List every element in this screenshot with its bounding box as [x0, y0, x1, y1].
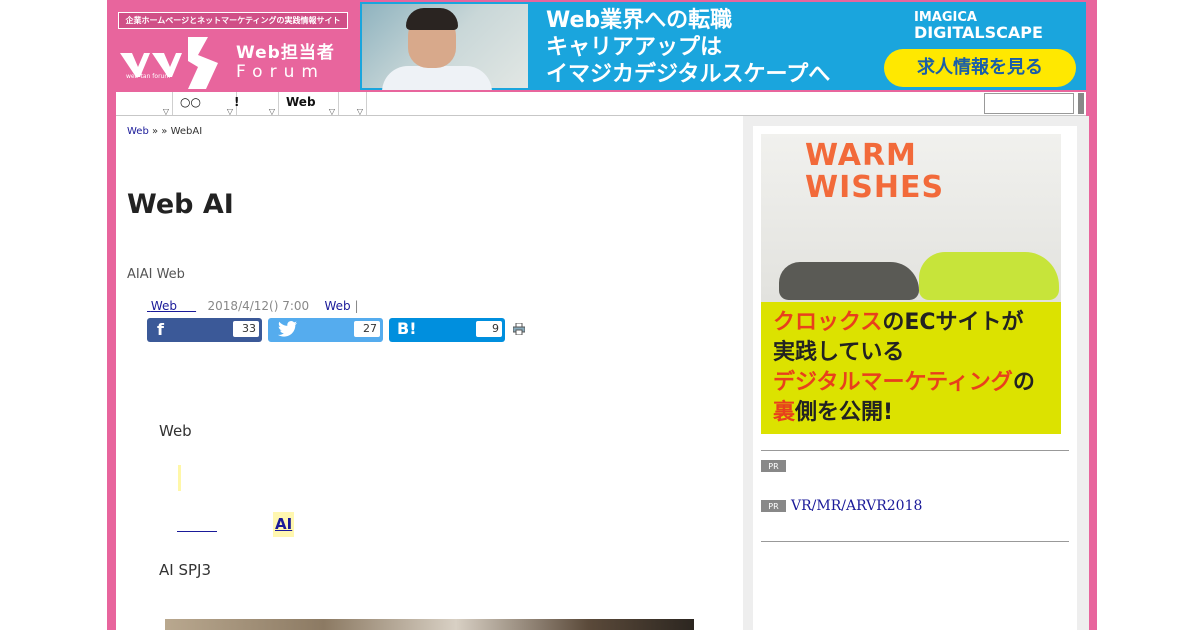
ad-photo: WARM WISHES: [761, 134, 1061, 302]
article-photo: [165, 619, 694, 630]
header-banner-ad[interactable]: Web業界への転職 キャリアアップは イマジカデジタルスケープへ IMAGICA…: [360, 2, 1086, 90]
nav-item-label: !: [234, 95, 240, 109]
global-nav: ▽ ○○ ▽ ! ▽ Web ▽ ▽: [116, 92, 1086, 116]
search-input[interactable]: [984, 93, 1074, 114]
facebook-share-button[interactable]: f 33: [147, 318, 262, 342]
print-icon[interactable]: [512, 322, 526, 338]
banner-cta-button[interactable]: 求人情報を見る: [884, 49, 1076, 87]
article-meta: Web 2018/4/12() 7:00 Web |: [147, 299, 359, 313]
banner-brand-bottom: DIGITALSCAPE: [914, 23, 1043, 42]
sidebar-ad[interactable]: WARM WISHES クロックスのECサイトが 実践している デジタルマーケティ…: [761, 134, 1061, 434]
chevron-down-icon: ▽: [328, 107, 335, 116]
twitter-share-button[interactable]: 27: [268, 318, 383, 342]
nav-item-5[interactable]: ▽: [338, 92, 367, 116]
facebook-icon: f: [157, 320, 164, 339]
sidebar-divider: [761, 450, 1069, 451]
breadcrumb-home-link[interactable]: Web: [127, 126, 149, 137]
chevron-down-icon: ▽: [356, 107, 363, 116]
pr-badge: PR: [761, 500, 786, 512]
site-tagline: 企業ホームページとネットマーケティングの実践情報サイト: [118, 12, 348, 29]
logo-subtext: web-tan forum: [126, 73, 171, 80]
logo-mark-icon: [120, 37, 218, 89]
ad-copy-line-4: 裏側を公開!: [773, 400, 894, 425]
twitter-share-count: 27: [354, 321, 380, 337]
nav-item-1[interactable]: ▽: [116, 92, 173, 116]
highlight-marker: [178, 465, 181, 491]
ad-copy-line-3: デジタルマーケティングの: [773, 370, 1035, 395]
article-title: Web AI: [127, 189, 234, 220]
chevron-down-icon: ▽: [162, 107, 169, 116]
chevron-down-icon: ▽: [268, 107, 275, 116]
breadcrumb-separator: »: [148, 126, 159, 137]
hatena-bookmark-icon: B!: [397, 319, 417, 338]
pr-badge: PR: [761, 460, 786, 472]
breadcrumb-current: » WebAI: [158, 126, 203, 137]
ad-copy-line-1: クロックスのECサイトが: [773, 310, 1024, 335]
nav-item-label: ○○: [180, 95, 201, 109]
twitter-bird-icon: [278, 320, 298, 342]
logo-title: Web担当者: [236, 43, 335, 63]
facebook-share-count: 33: [233, 321, 259, 337]
ad-copy-line-2: 実践している: [773, 340, 905, 365]
chevron-down-icon: ▽: [226, 107, 233, 116]
ad-headline: WARM WISHES: [805, 138, 945, 205]
nav-item-2[interactable]: ○○ ▽: [172, 92, 237, 116]
ad-shoe-grey: [779, 262, 919, 300]
article-body-text: Web: [159, 422, 192, 440]
banner-person-hair: [406, 8, 458, 30]
banner-person-shirt: [382, 66, 492, 90]
nav-item-3[interactable]: ! ▽: [234, 92, 279, 116]
author-link[interactable]: Web: [147, 299, 196, 313]
breadcrumb: Web » » WebAI: [127, 126, 202, 137]
article-body-text: AI SPJ3: [159, 561, 211, 579]
category-link[interactable]: Web: [324, 299, 350, 313]
ad-shoe-green: [919, 252, 1059, 300]
ai-keyword-link[interactable]: AI: [273, 512, 295, 537]
banner-headline-1: Web業界への転職: [546, 8, 733, 33]
article-subtitle: AIAI Web: [127, 267, 185, 282]
article-date: 2018/4/12() 7:00: [207, 299, 310, 313]
nav-item-label: Web: [286, 95, 316, 109]
inline-link[interactable]: [177, 531, 217, 532]
banner-photo: [362, 4, 528, 90]
banner-headline-3: イマジカデジタルスケープへ: [546, 62, 831, 87]
hatena-bookmark-count: 9: [476, 321, 502, 337]
nav-item-4[interactable]: Web ▽: [278, 92, 339, 116]
meta-separator: |: [354, 299, 359, 313]
pr-link[interactable]: VR/MR/ARVR2018: [791, 498, 922, 514]
banner-headline-2: キャリアアップは: [546, 35, 723, 60]
logo-forum: Forum: [236, 62, 325, 82]
hatena-bookmark-button[interactable]: B! 9: [389, 318, 505, 342]
sidebar-divider: [761, 541, 1069, 542]
search-button[interactable]: [1078, 93, 1084, 114]
